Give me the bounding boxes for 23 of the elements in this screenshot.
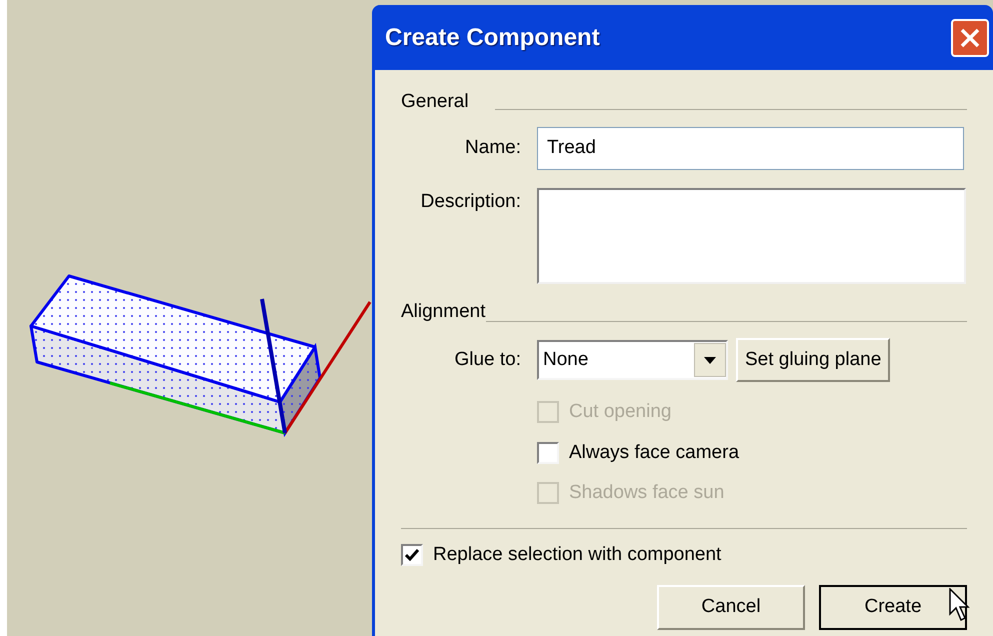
checkbox-label: Replace selection with component [433, 542, 722, 566]
section-heading: Alignment [401, 300, 486, 324]
checkmark-icon [405, 548, 419, 561]
set-gluing-plane-button[interactable]: Set gluing plane [736, 338, 890, 382]
field-label: Glue to: [453, 348, 521, 372]
name-field[interactable]: Tread [537, 126, 964, 170]
section-heading: General [401, 90, 469, 114]
dropdown-arrow-icon [704, 356, 716, 364]
checkbox-label: Cut opening [569, 400, 672, 424]
description-field[interactable] [537, 188, 966, 284]
glue-to-dropdown[interactable]: None [537, 340, 728, 380]
field-label: Description: [420, 190, 521, 214]
dialog-button[interactable]: Create [819, 585, 967, 630]
mouse-pointer-icon [949, 588, 971, 622]
checkbox-label: Shadows face sun [569, 481, 724, 505]
dialog-button[interactable]: Cancel [657, 585, 805, 630]
field-label: Name: [464, 136, 521, 160]
checkbox[interactable] [537, 442, 559, 464]
close-icon [959, 26, 981, 48]
close-button[interactable] [951, 18, 989, 56]
checkbox-label: Always face camera [569, 440, 740, 464]
window-title: Create Component [385, 22, 600, 52]
checkbox[interactable] [401, 544, 423, 566]
